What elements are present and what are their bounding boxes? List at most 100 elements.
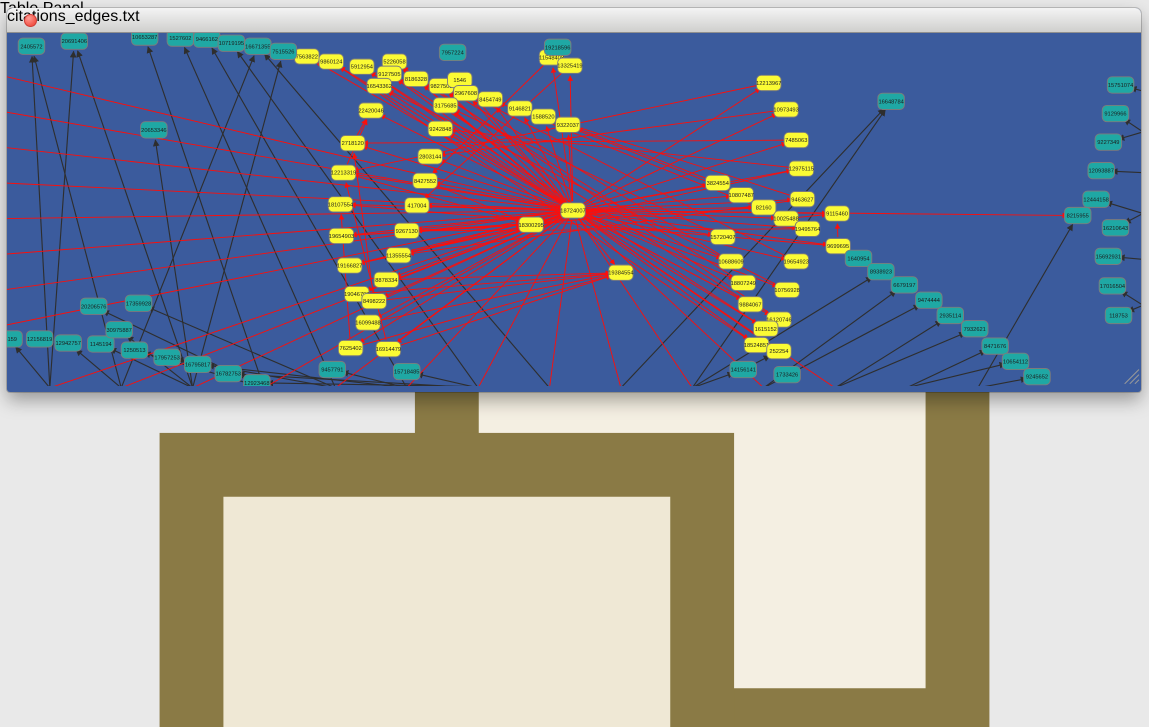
- citation-edge-black[interactable]: [121, 56, 254, 386]
- citation-edge-black[interactable]: [212, 48, 407, 386]
- network-node[interactable]: 2803144: [418, 149, 442, 164]
- network-node[interactable]: 19654923: [784, 254, 809, 269]
- network-node[interactable]: 16795817: [184, 356, 211, 372]
- network-node[interactable]: 10654112: [1002, 353, 1029, 369]
- network-node[interactable]: 12213319: [331, 165, 356, 180]
- network-node[interactable]: 9242848: [428, 121, 452, 136]
- network-node[interactable]: 30975887: [106, 322, 133, 338]
- network-node[interactable]: 33159: [7, 331, 22, 347]
- citation-edge-red[interactable]: [363, 140, 787, 143]
- network-node[interactable]: 18107554: [328, 197, 353, 212]
- network-node[interactable]: 9466162: [194, 33, 221, 47]
- network-node[interactable]: 16914479: [376, 341, 401, 356]
- network-node[interactable]: 9457791: [319, 361, 346, 377]
- network-node[interactable]: 3175685: [433, 98, 457, 113]
- network-node[interactable]: 9267130: [395, 223, 419, 238]
- network-node[interactable]: 10973493: [773, 102, 798, 117]
- network-node[interactable]: 15751074: [1107, 77, 1134, 93]
- network-node[interactable]: 1640954: [845, 250, 872, 266]
- citation-edge-black[interactable]: [906, 364, 1005, 386]
- network-node[interactable]: 9245652: [1024, 369, 1051, 385]
- network-node[interactable]: 9322037: [556, 117, 580, 132]
- network-node[interactable]: 12923468: [244, 375, 271, 386]
- citation-edge-black[interactable]: [906, 350, 985, 385]
- network-node[interactable]: 17359928: [125, 295, 152, 311]
- network-node[interactable]: 10025488: [773, 211, 798, 226]
- network-node[interactable]: 8186328: [404, 71, 428, 86]
- network-node[interactable]: 1527602: [167, 33, 194, 46]
- network-node[interactable]: 9884067: [738, 297, 762, 312]
- network-node[interactable]: 16648784: [878, 93, 905, 109]
- network-node-hub[interactable]: 18724007: [560, 203, 585, 218]
- network-node[interactable]: 7563822: [295, 49, 319, 64]
- network-node[interactable]: 15718485: [393, 363, 420, 379]
- network-node[interactable]: 2935114: [937, 307, 964, 323]
- network-node[interactable]: 12975115: [789, 161, 814, 176]
- citation-edge-black[interactable]: [16, 347, 50, 386]
- network-node[interactable]: 2718120: [340, 135, 364, 150]
- network-node[interactable]: 8471676: [982, 338, 1009, 354]
- network-node[interactable]: 6679197: [891, 277, 918, 293]
- citation-edge-black[interactable]: [835, 321, 942, 386]
- network-node[interactable]: 9146821: [508, 101, 532, 116]
- citation-edge-red[interactable]: [354, 174, 564, 209]
- network-node[interactable]: 8215955: [1065, 207, 1092, 223]
- citation-edge-red[interactable]: [582, 143, 787, 208]
- network-node[interactable]: 9115460: [825, 206, 849, 221]
- network-node[interactable]: 8878334: [374, 272, 398, 287]
- network-node[interactable]: 10688609: [718, 254, 743, 269]
- network-node[interactable]: 82160: [751, 200, 775, 215]
- citation-edge-red[interactable]: [377, 275, 611, 321]
- network-node[interactable]: 8498222: [362, 294, 386, 309]
- network-node[interactable]: 8427552: [413, 173, 437, 188]
- network-node[interactable]: 417004: [405, 198, 429, 213]
- network-node[interactable]: 11355554: [386, 248, 411, 263]
- citation-edge-red[interactable]: [340, 67, 749, 340]
- citation-edge-black[interactable]: [193, 61, 281, 386]
- network-node[interactable]: 19654903: [329, 228, 354, 243]
- citation-edge-red[interactable]: [425, 84, 736, 278]
- network-node[interactable]: 16782753: [215, 365, 242, 381]
- network-node[interactable]: 22420046: [358, 103, 383, 118]
- network-node[interactable]: 16671355: [245, 38, 272, 54]
- citation-edge-black[interactable]: [1106, 202, 1141, 213]
- network-node[interactable]: 10756928: [774, 282, 799, 297]
- network-node[interactable]: 1250513: [121, 342, 148, 358]
- zoom-window-icon[interactable]: [7, 14, 20, 27]
- network-node[interactable]: 19384554: [608, 265, 633, 280]
- network-node[interactable]: 18524851: [744, 337, 769, 352]
- network-node[interactable]: 16099488: [355, 315, 380, 330]
- resize-grip-icon[interactable]: [1125, 370, 1139, 384]
- network-node[interactable]: 20206576: [80, 298, 107, 314]
- network-node[interactable]: 1588520: [531, 109, 555, 124]
- citation-edge-black[interactable]: [76, 350, 121, 386]
- network-node[interactable]: 12213967: [756, 75, 781, 90]
- network-node[interactable]: 17957253: [154, 349, 181, 365]
- network-node[interactable]: 9860124: [319, 54, 343, 69]
- citation-edge-red[interactable]: [7, 212, 564, 290]
- network-node[interactable]: 12444158: [1083, 191, 1110, 207]
- network-node[interactable]: 13325419: [557, 58, 582, 73]
- citation-edge-black[interactable]: [1111, 171, 1141, 173]
- citation-edge-red[interactable]: [550, 220, 572, 386]
- citation-edge-red[interactable]: [434, 184, 522, 220]
- citation-edge-red[interactable]: [7, 112, 564, 209]
- network-node[interactable]: 5912954: [350, 59, 374, 74]
- network-node[interactable]: 12942757: [55, 335, 82, 351]
- network-node[interactable]: 12156819: [26, 331, 53, 347]
- network-node[interactable]: 10653287: [131, 33, 158, 45]
- network-node[interactable]: 118753: [1105, 307, 1132, 323]
- network-node[interactable]: 3824554: [706, 175, 730, 190]
- network-node[interactable]: 8454749: [478, 92, 502, 107]
- citation-edge-red[interactable]: [577, 128, 709, 179]
- network-node[interactable]: 8938923: [868, 263, 895, 279]
- network-node[interactable]: 16543362: [367, 78, 392, 93]
- citation-edge-red[interactable]: [478, 219, 569, 386]
- network-node[interactable]: 10807487: [729, 187, 754, 202]
- network-node[interactable]: 14156141: [730, 361, 757, 377]
- network-canvas[interactable]: 1872400775638229860124591295452260589127…: [7, 33, 1141, 391]
- network-node[interactable]: 7932621: [962, 321, 989, 337]
- citation-edge-black[interactable]: [978, 379, 1027, 386]
- citation-edge-red[interactable]: [575, 219, 621, 386]
- network-node[interactable]: 1615152: [753, 321, 777, 336]
